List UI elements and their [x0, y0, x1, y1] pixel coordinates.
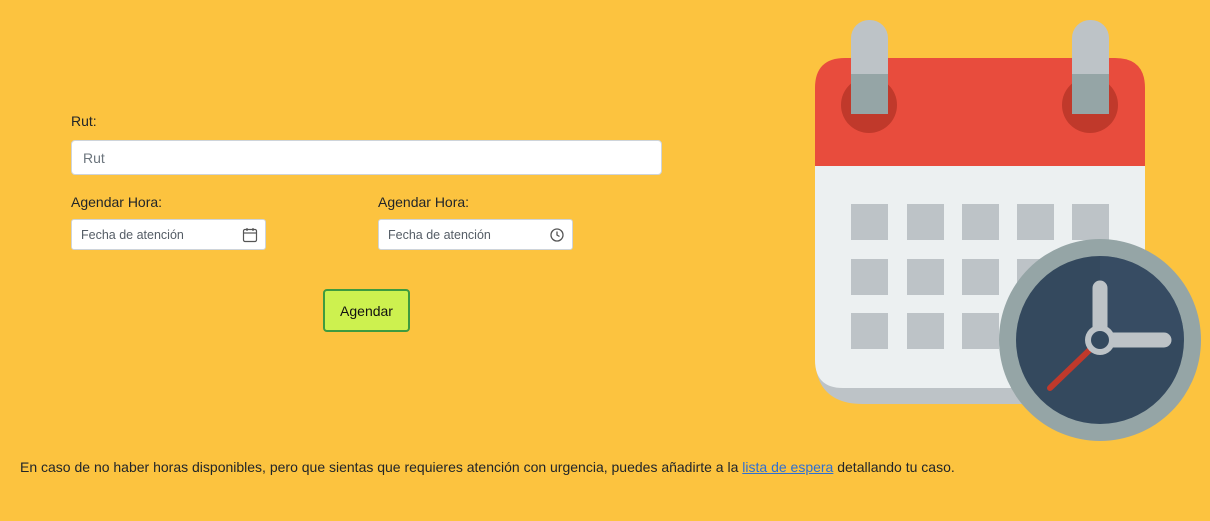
- waitlist-link[interactable]: lista de espera: [742, 459, 833, 475]
- clock-icon[interactable]: [549, 227, 565, 243]
- time-placeholder: Fecha de atención: [388, 227, 491, 242]
- agendar-button[interactable]: Agendar: [323, 289, 410, 332]
- date-group: Agendar Hora: Fecha de atención: [71, 194, 266, 250]
- date-placeholder: Fecha de atención: [81, 227, 184, 242]
- notice-text-after: detallando tu caso.: [833, 459, 955, 475]
- date-label: Agendar Hora:: [71, 194, 163, 210]
- calendar-icon[interactable]: [242, 227, 258, 243]
- time-label: Agendar Hora:: [378, 194, 470, 210]
- rut-label: Rut:: [71, 113, 97, 129]
- notice-text-before: En caso de no haber horas disponibles, p…: [20, 459, 743, 475]
- calendar-clock-illustration: [815, 20, 1201, 441]
- date-input[interactable]: Fecha de atención: [71, 219, 266, 250]
- rut-input[interactable]: [71, 140, 662, 175]
- time-input[interactable]: Fecha de atención: [378, 219, 573, 250]
- time-group: Agendar Hora: Fecha de atención: [378, 194, 573, 250]
- waitlist-notice: En caso de no haber horas disponibles, p…: [20, 459, 955, 475]
